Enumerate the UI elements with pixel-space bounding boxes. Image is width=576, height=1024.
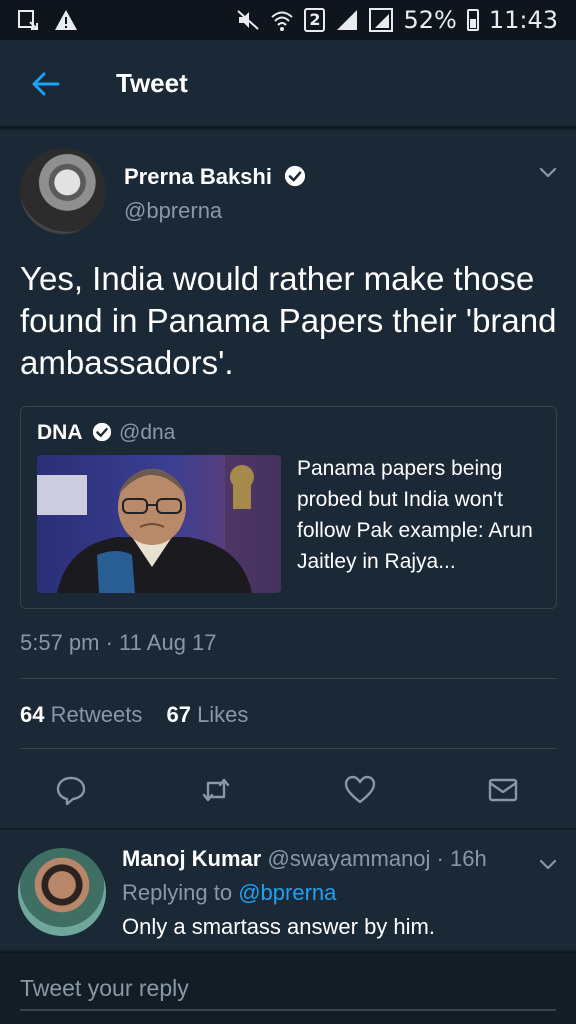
author-handle[interactable]: @bprerna bbox=[124, 198, 222, 224]
app-bar: Tweet bbox=[0, 40, 576, 128]
divider bbox=[20, 678, 557, 679]
tweet-actions bbox=[0, 764, 576, 816]
author-name: Prerna Bakshi bbox=[124, 164, 272, 189]
heart-icon bbox=[344, 775, 376, 804]
quoted-tweet-text: Panama papers being probed but India won… bbox=[297, 457, 533, 573]
author-name-row[interactable]: Prerna Bakshi bbox=[124, 164, 306, 190]
likes-label: Likes bbox=[197, 702, 249, 727]
divider bbox=[20, 748, 557, 749]
clock: 11:43 bbox=[488, 6, 558, 34]
back-button[interactable] bbox=[22, 64, 70, 104]
quoted-author-row: DNA bbox=[37, 421, 112, 445]
verified-badge-icon bbox=[92, 422, 111, 442]
reply-input[interactable] bbox=[20, 967, 556, 1011]
battery-icon bbox=[466, 9, 479, 31]
quoted-tweet-card[interactable]: DNA @dna Panama papers being probed but bbox=[20, 406, 557, 609]
retweets-count: 64 bbox=[20, 702, 45, 727]
tweet-menu-button[interactable] bbox=[536, 160, 560, 184]
likes-count: 67 bbox=[166, 702, 191, 727]
replying-to-line: Replying to @bprerna bbox=[122, 880, 336, 906]
engagement-stats: 64 Retweets 67 Likes bbox=[20, 702, 266, 728]
roaming-signal-icon bbox=[369, 8, 394, 32]
reply-author-handle: @swayammanoj · 16h bbox=[267, 846, 487, 871]
reply-menu-button[interactable] bbox=[536, 852, 560, 876]
person-photo-icon bbox=[37, 455, 281, 593]
main-tweet: Prerna Bakshi @bprerna Yes, India would … bbox=[0, 130, 576, 828]
verified-badge-icon bbox=[285, 165, 306, 187]
mute-icon bbox=[236, 8, 260, 32]
chevron-down-icon bbox=[539, 859, 557, 870]
battery-percent: 52% bbox=[403, 6, 457, 34]
envelope-icon bbox=[488, 778, 518, 802]
wifi-icon bbox=[270, 8, 294, 32]
back-arrow-icon bbox=[32, 72, 60, 96]
quoted-author-name: DNA bbox=[37, 421, 82, 444]
signal-icon bbox=[335, 8, 359, 32]
reply-composer bbox=[0, 952, 576, 1024]
chevron-down-icon bbox=[539, 167, 557, 178]
retweets-label: Retweets bbox=[50, 702, 143, 727]
download-notification-icon bbox=[16, 8, 40, 32]
quoted-tweet-image bbox=[37, 455, 281, 593]
reply-tweet[interactable]: Manoj Kumar @swayammanoj · 16h Replying … bbox=[0, 830, 576, 950]
reply-author-avatar[interactable] bbox=[18, 848, 106, 936]
reply-text: Only a smartass answer by him. bbox=[122, 914, 435, 939]
mention-link[interactable]: @bprerna bbox=[238, 880, 336, 905]
warning-icon bbox=[54, 8, 78, 32]
tweet-text: Yes, India would rather make those found… bbox=[20, 260, 557, 381]
sim-indicator: 2 bbox=[304, 8, 326, 32]
quoted-author-handle: @dna bbox=[119, 421, 176, 444]
retweets-stat[interactable]: 64 Retweets bbox=[20, 702, 148, 727]
reply-icon bbox=[56, 776, 86, 806]
likes-stat[interactable]: 67 Likes bbox=[166, 702, 248, 727]
retweet-button[interactable] bbox=[200, 774, 232, 806]
retweet-icon bbox=[202, 778, 230, 802]
tweet-timestamp: 5:57 pm · 11 Aug 17 bbox=[20, 630, 217, 655]
status-bar: 2 52% 11:43 bbox=[0, 0, 576, 40]
replying-to-prefix: Replying to bbox=[122, 880, 233, 905]
reply-button[interactable] bbox=[55, 774, 87, 806]
reply-author-name[interactable]: Manoj Kumar bbox=[122, 846, 261, 871]
reply-header: Manoj Kumar @swayammanoj · 16h bbox=[122, 846, 487, 872]
page-title: Tweet bbox=[116, 68, 188, 98]
direct-message-button[interactable] bbox=[487, 774, 519, 806]
author-avatar[interactable] bbox=[20, 148, 106, 234]
like-button[interactable] bbox=[344, 774, 376, 806]
